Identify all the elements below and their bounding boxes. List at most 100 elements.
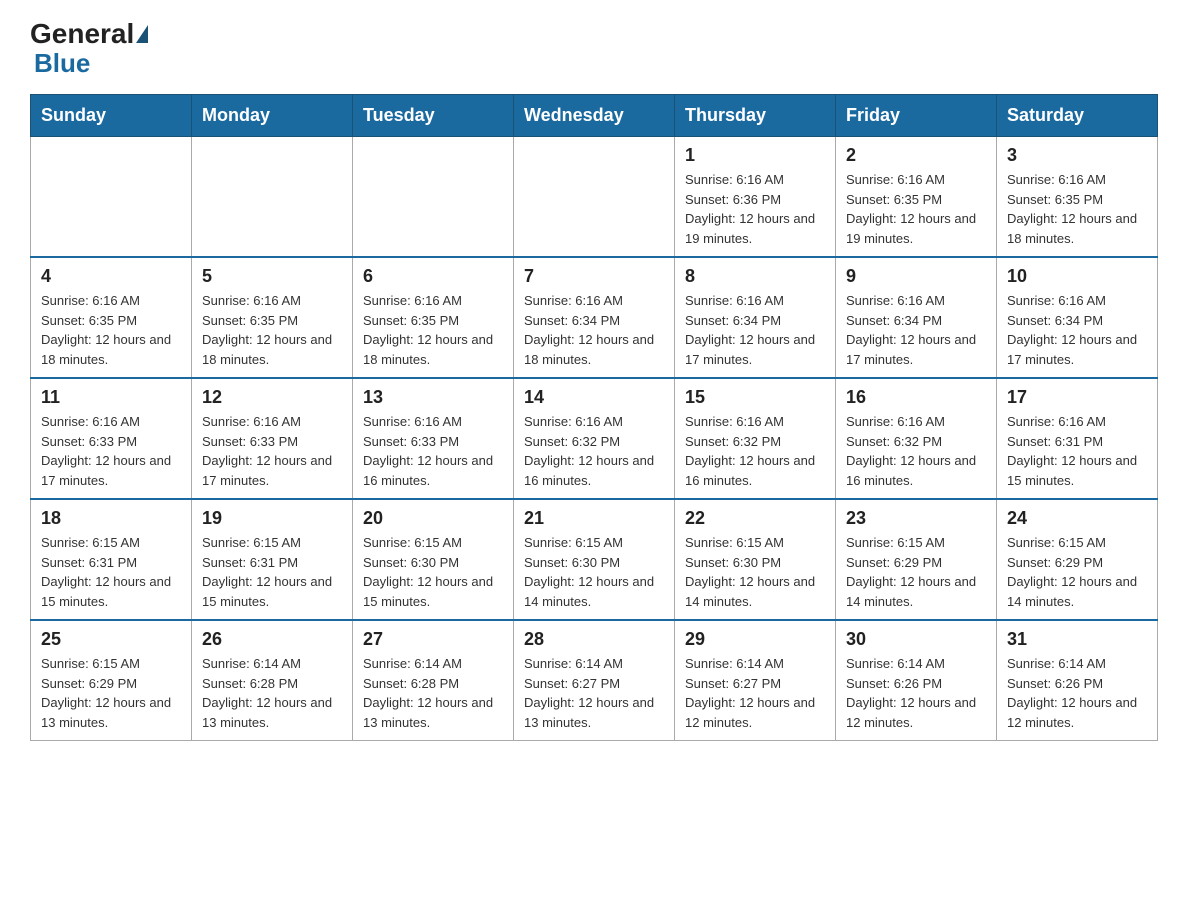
day-info: Sunrise: 6:16 AM Sunset: 6:35 PM Dayligh…: [846, 170, 986, 248]
calendar-header-row: SundayMondayTuesdayWednesdayThursdayFrid…: [31, 95, 1158, 137]
col-header-thursday: Thursday: [675, 95, 836, 137]
day-number: 6: [363, 266, 503, 287]
calendar-cell: 17Sunrise: 6:16 AM Sunset: 6:31 PM Dayli…: [997, 378, 1158, 499]
logo: General Blue: [30, 20, 148, 76]
day-info: Sunrise: 6:16 AM Sunset: 6:34 PM Dayligh…: [524, 291, 664, 369]
col-header-sunday: Sunday: [31, 95, 192, 137]
day-info: Sunrise: 6:15 AM Sunset: 6:31 PM Dayligh…: [41, 533, 181, 611]
day-number: 31: [1007, 629, 1147, 650]
day-info: Sunrise: 6:14 AM Sunset: 6:27 PM Dayligh…: [685, 654, 825, 732]
col-header-tuesday: Tuesday: [353, 95, 514, 137]
day-info: Sunrise: 6:16 AM Sunset: 6:34 PM Dayligh…: [846, 291, 986, 369]
day-info: Sunrise: 6:15 AM Sunset: 6:29 PM Dayligh…: [846, 533, 986, 611]
calendar-cell: [192, 137, 353, 258]
calendar-cell: 23 Sunrise: 6:15 AM Sunset: 6:29 PM Dayli…: [836, 499, 997, 620]
calendar-cell: 25 Sunrise: 6:15 AM Sunset: 6:29 PM Dayli…: [31, 620, 192, 741]
day-info: Sunrise: 6:16 AM Sunset: 6:32 PM Dayligh…: [685, 412, 825, 490]
calendar-cell: 24 Sunrise: 6:15 AM Sunset: 6:29 PM Dayli…: [997, 499, 1158, 620]
calendar-cell: 22 Sunrise: 6:15 AM Sunset: 6:30 PM Dayli…: [675, 499, 836, 620]
calendar-cell: [353, 137, 514, 258]
day-number: 20: [363, 508, 503, 529]
day-number: 23: [846, 508, 986, 529]
day-info: Sunrise: 6:15 AM Sunset: 6:30 PM Dayligh…: [524, 533, 664, 611]
calendar-week-row: 1Sunrise: 6:16 AM Sunset: 6:36 PM Daylig…: [31, 137, 1158, 258]
day-info: Sunrise: 6:14 AM Sunset: 6:26 PM Dayligh…: [1007, 654, 1147, 732]
col-header-wednesday: Wednesday: [514, 95, 675, 137]
day-info: Sunrise: 6:16 AM Sunset: 6:35 PM Dayligh…: [202, 291, 342, 369]
day-number: 30: [846, 629, 986, 650]
calendar-cell: 6 Sunrise: 6:16 AM Sunset: 6:35 PM Daylig…: [353, 257, 514, 378]
calendar-cell: 7 Sunrise: 6:16 AM Sunset: 6:34 PM Daylig…: [514, 257, 675, 378]
calendar-cell: [514, 137, 675, 258]
day-info: Sunrise: 6:16 AM Sunset: 6:31 PM Dayligh…: [1007, 412, 1147, 490]
day-info: Sunrise: 6:16 AM Sunset: 6:35 PM Dayligh…: [41, 291, 181, 369]
day-info: Sunrise: 6:16 AM Sunset: 6:32 PM Dayligh…: [846, 412, 986, 490]
calendar-cell: 11 Sunrise: 6:16 AM Sunset: 6:33 PM Dayli…: [31, 378, 192, 499]
calendar-week-row: 18Sunrise: 6:15 AM Sunset: 6:31 PM Dayli…: [31, 499, 1158, 620]
calendar-cell: 21 Sunrise: 6:15 AM Sunset: 6:30 PM Dayli…: [514, 499, 675, 620]
day-number: 24: [1007, 508, 1147, 529]
logo-top: General: [30, 20, 148, 48]
calendar-cell: 30Sunrise: 6:14 AM Sunset: 6:26 PM Dayli…: [836, 620, 997, 741]
calendar-cell: 12Sunrise: 6:16 AM Sunset: 6:33 PM Dayli…: [192, 378, 353, 499]
col-header-friday: Friday: [836, 95, 997, 137]
day-info: Sunrise: 6:15 AM Sunset: 6:29 PM Dayligh…: [1007, 533, 1147, 611]
calendar-cell: 18Sunrise: 6:15 AM Sunset: 6:31 PM Dayli…: [31, 499, 192, 620]
day-number: 22: [685, 508, 825, 529]
day-number: 9: [846, 266, 986, 287]
calendar-cell: 16 Sunrise: 6:16 AM Sunset: 6:32 PM Dayli…: [836, 378, 997, 499]
day-number: 4: [41, 266, 181, 287]
calendar-cell: 10 Sunrise: 6:16 AM Sunset: 6:34 PM Dayli…: [997, 257, 1158, 378]
col-header-monday: Monday: [192, 95, 353, 137]
logo-general-text: General: [30, 18, 134, 49]
day-number: 15: [685, 387, 825, 408]
day-number: 19: [202, 508, 342, 529]
day-info: Sunrise: 6:15 AM Sunset: 6:29 PM Dayligh…: [41, 654, 181, 732]
day-number: 8: [685, 266, 825, 287]
day-number: 26: [202, 629, 342, 650]
day-info: Sunrise: 6:15 AM Sunset: 6:30 PM Dayligh…: [363, 533, 503, 611]
calendar-cell: 1Sunrise: 6:16 AM Sunset: 6:36 PM Daylig…: [675, 137, 836, 258]
calendar-cell: 19 Sunrise: 6:15 AM Sunset: 6:31 PM Dayli…: [192, 499, 353, 620]
day-info: Sunrise: 6:16 AM Sunset: 6:34 PM Dayligh…: [1007, 291, 1147, 369]
day-number: 11: [41, 387, 181, 408]
header: General Blue: [30, 20, 1158, 76]
calendar-cell: 15 Sunrise: 6:16 AM Sunset: 6:32 PM Dayli…: [675, 378, 836, 499]
day-number: 29: [685, 629, 825, 650]
day-info: Sunrise: 6:14 AM Sunset: 6:28 PM Dayligh…: [202, 654, 342, 732]
day-number: 14: [524, 387, 664, 408]
calendar-cell: 14Sunrise: 6:16 AM Sunset: 6:32 PM Dayli…: [514, 378, 675, 499]
calendar-cell: 5 Sunrise: 6:16 AM Sunset: 6:35 PM Daylig…: [192, 257, 353, 378]
day-number: 12: [202, 387, 342, 408]
day-number: 13: [363, 387, 503, 408]
day-number: 10: [1007, 266, 1147, 287]
day-number: 2: [846, 145, 986, 166]
day-number: 21: [524, 508, 664, 529]
logo-triangle-icon: [136, 25, 148, 43]
calendar-cell: 27 Sunrise: 6:14 AM Sunset: 6:28 PM Dayli…: [353, 620, 514, 741]
day-info: Sunrise: 6:14 AM Sunset: 6:27 PM Dayligh…: [524, 654, 664, 732]
day-number: 5: [202, 266, 342, 287]
calendar-week-row: 25 Sunrise: 6:15 AM Sunset: 6:29 PM Dayli…: [31, 620, 1158, 741]
logo-blue-text: Blue: [34, 50, 90, 76]
calendar-week-row: 11 Sunrise: 6:16 AM Sunset: 6:33 PM Dayli…: [31, 378, 1158, 499]
day-number: 3: [1007, 145, 1147, 166]
day-number: 25: [41, 629, 181, 650]
col-header-saturday: Saturday: [997, 95, 1158, 137]
calendar-cell: 13Sunrise: 6:16 AM Sunset: 6:33 PM Dayli…: [353, 378, 514, 499]
calendar-cell: 4 Sunrise: 6:16 AM Sunset: 6:35 PM Daylig…: [31, 257, 192, 378]
calendar-cell: 8 Sunrise: 6:16 AM Sunset: 6:34 PM Daylig…: [675, 257, 836, 378]
day-info: Sunrise: 6:15 AM Sunset: 6:30 PM Dayligh…: [685, 533, 825, 611]
calendar-cell: [31, 137, 192, 258]
day-info: Sunrise: 6:16 AM Sunset: 6:34 PM Dayligh…: [685, 291, 825, 369]
day-info: Sunrise: 6:16 AM Sunset: 6:33 PM Dayligh…: [41, 412, 181, 490]
day-info: Sunrise: 6:16 AM Sunset: 6:35 PM Dayligh…: [363, 291, 503, 369]
day-number: 27: [363, 629, 503, 650]
day-info: Sunrise: 6:14 AM Sunset: 6:28 PM Dayligh…: [363, 654, 503, 732]
day-number: 16: [846, 387, 986, 408]
day-info: Sunrise: 6:15 AM Sunset: 6:31 PM Dayligh…: [202, 533, 342, 611]
day-number: 7: [524, 266, 664, 287]
calendar-cell: 31 Sunrise: 6:14 AM Sunset: 6:26 PM Dayli…: [997, 620, 1158, 741]
calendar-week-row: 4 Sunrise: 6:16 AM Sunset: 6:35 PM Daylig…: [31, 257, 1158, 378]
day-info: Sunrise: 6:16 AM Sunset: 6:36 PM Dayligh…: [685, 170, 825, 248]
